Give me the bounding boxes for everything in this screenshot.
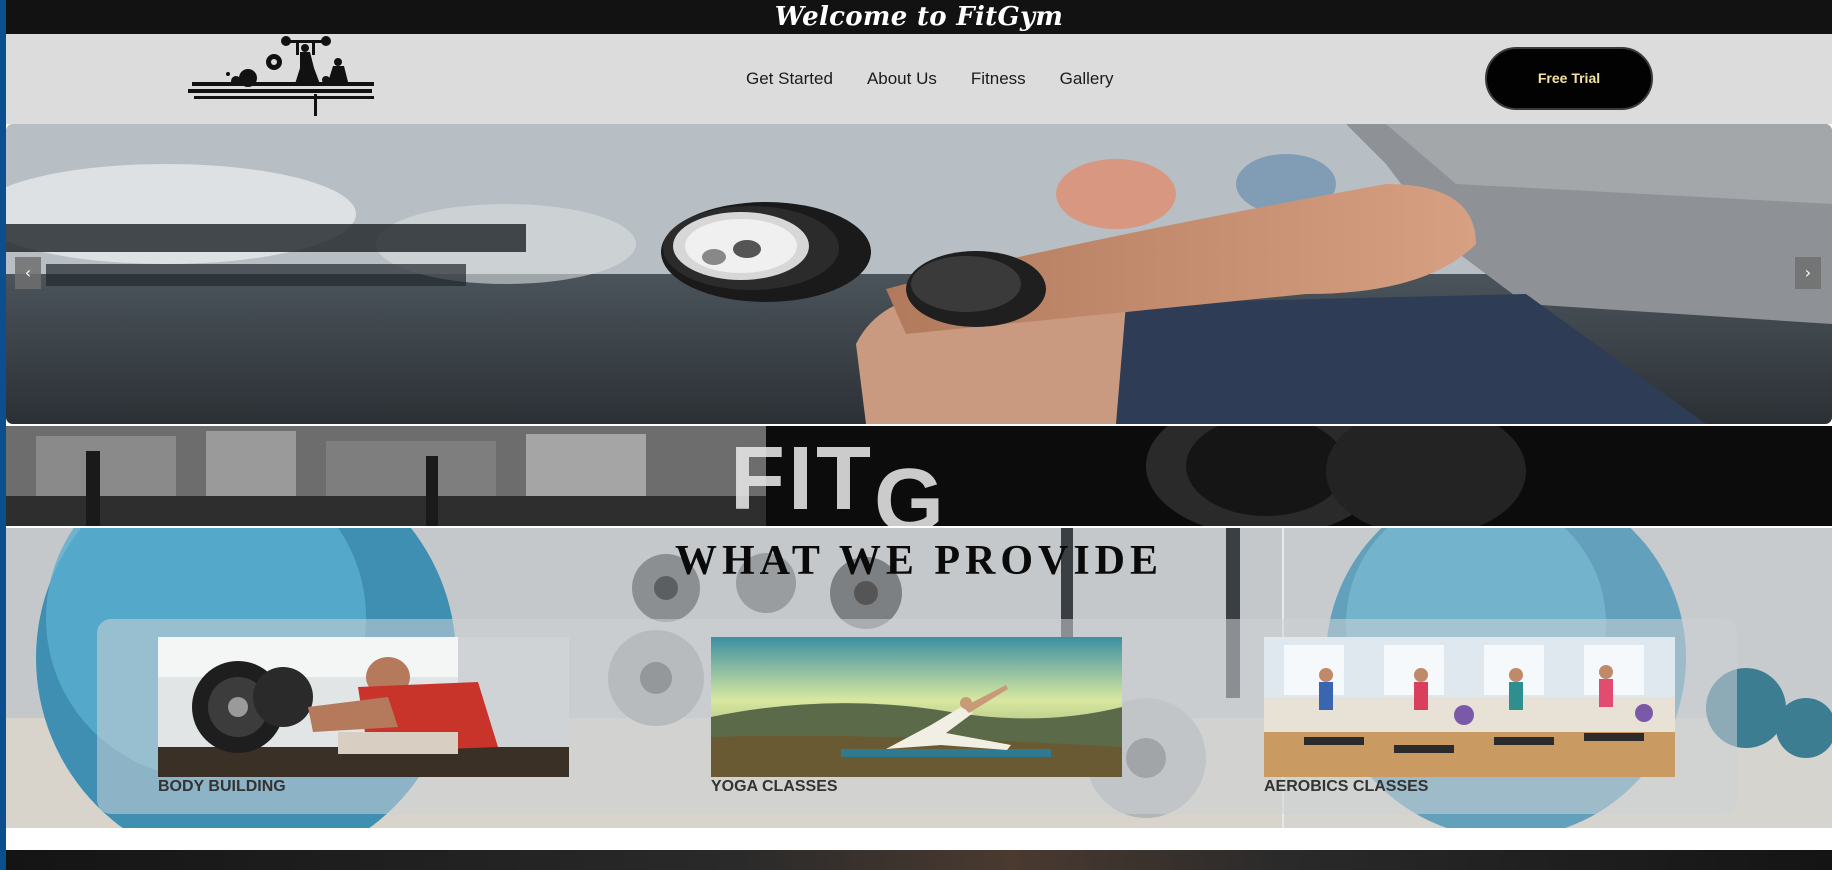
section-gap [6,828,1832,850]
hero-carousel: ‹ › [6,124,1832,424]
aerobics-image [1264,637,1675,777]
brand-letters-drop: G [873,451,947,526]
brand-letters-main: FIT [730,429,874,526]
nav-links: Get Started About Us Fitness Gallery [746,34,1148,124]
service-label-aerobics: AEROBICS CLASSES [1264,778,1429,795]
carousel-next-button[interactable]: › [1795,257,1821,289]
next-section-preview [6,850,1832,870]
welcome-bar: Welcome to FitGym [6,0,1832,34]
gym-logo-icon[interactable] [188,34,378,118]
carousel-prev-button[interactable]: ‹ [15,257,41,289]
service-card-aerobics[interactable]: AEROBICS CLASSES [1264,637,1675,797]
brand-strip: FITG [6,426,1832,526]
services-title: WHAT WE PROVIDE [674,538,1164,584]
brand-letters: FITG [730,426,947,526]
nav-link-fitness[interactable]: Fitness [971,69,1026,89]
yoga-image [711,637,1122,777]
services-section: WHAT WE PROVIDE BODY BUILDING YOGA CLASS… [6,528,1832,828]
hero-image [6,124,1832,424]
nav-link-about-us[interactable]: About Us [867,69,937,89]
service-label-body-building: BODY BUILDING [158,778,286,795]
free-trial-button[interactable]: Free Trial [1485,47,1653,110]
service-label-yoga: YOGA CLASSES [711,778,838,795]
body-building-image [158,637,569,777]
navbar: Get Started About Us Fitness Gallery Fre… [6,34,1832,124]
service-card-body-building[interactable]: BODY BUILDING [158,637,569,797]
nav-link-gallery[interactable]: Gallery [1060,69,1114,89]
nav-link-get-started[interactable]: Get Started [746,69,833,89]
page: Welcome to FitGym Get Started About Us F… [6,0,1832,870]
welcome-heading: Welcome to FitGym [774,2,1064,32]
service-card-yoga[interactable]: YOGA CLASSES [711,637,1122,797]
